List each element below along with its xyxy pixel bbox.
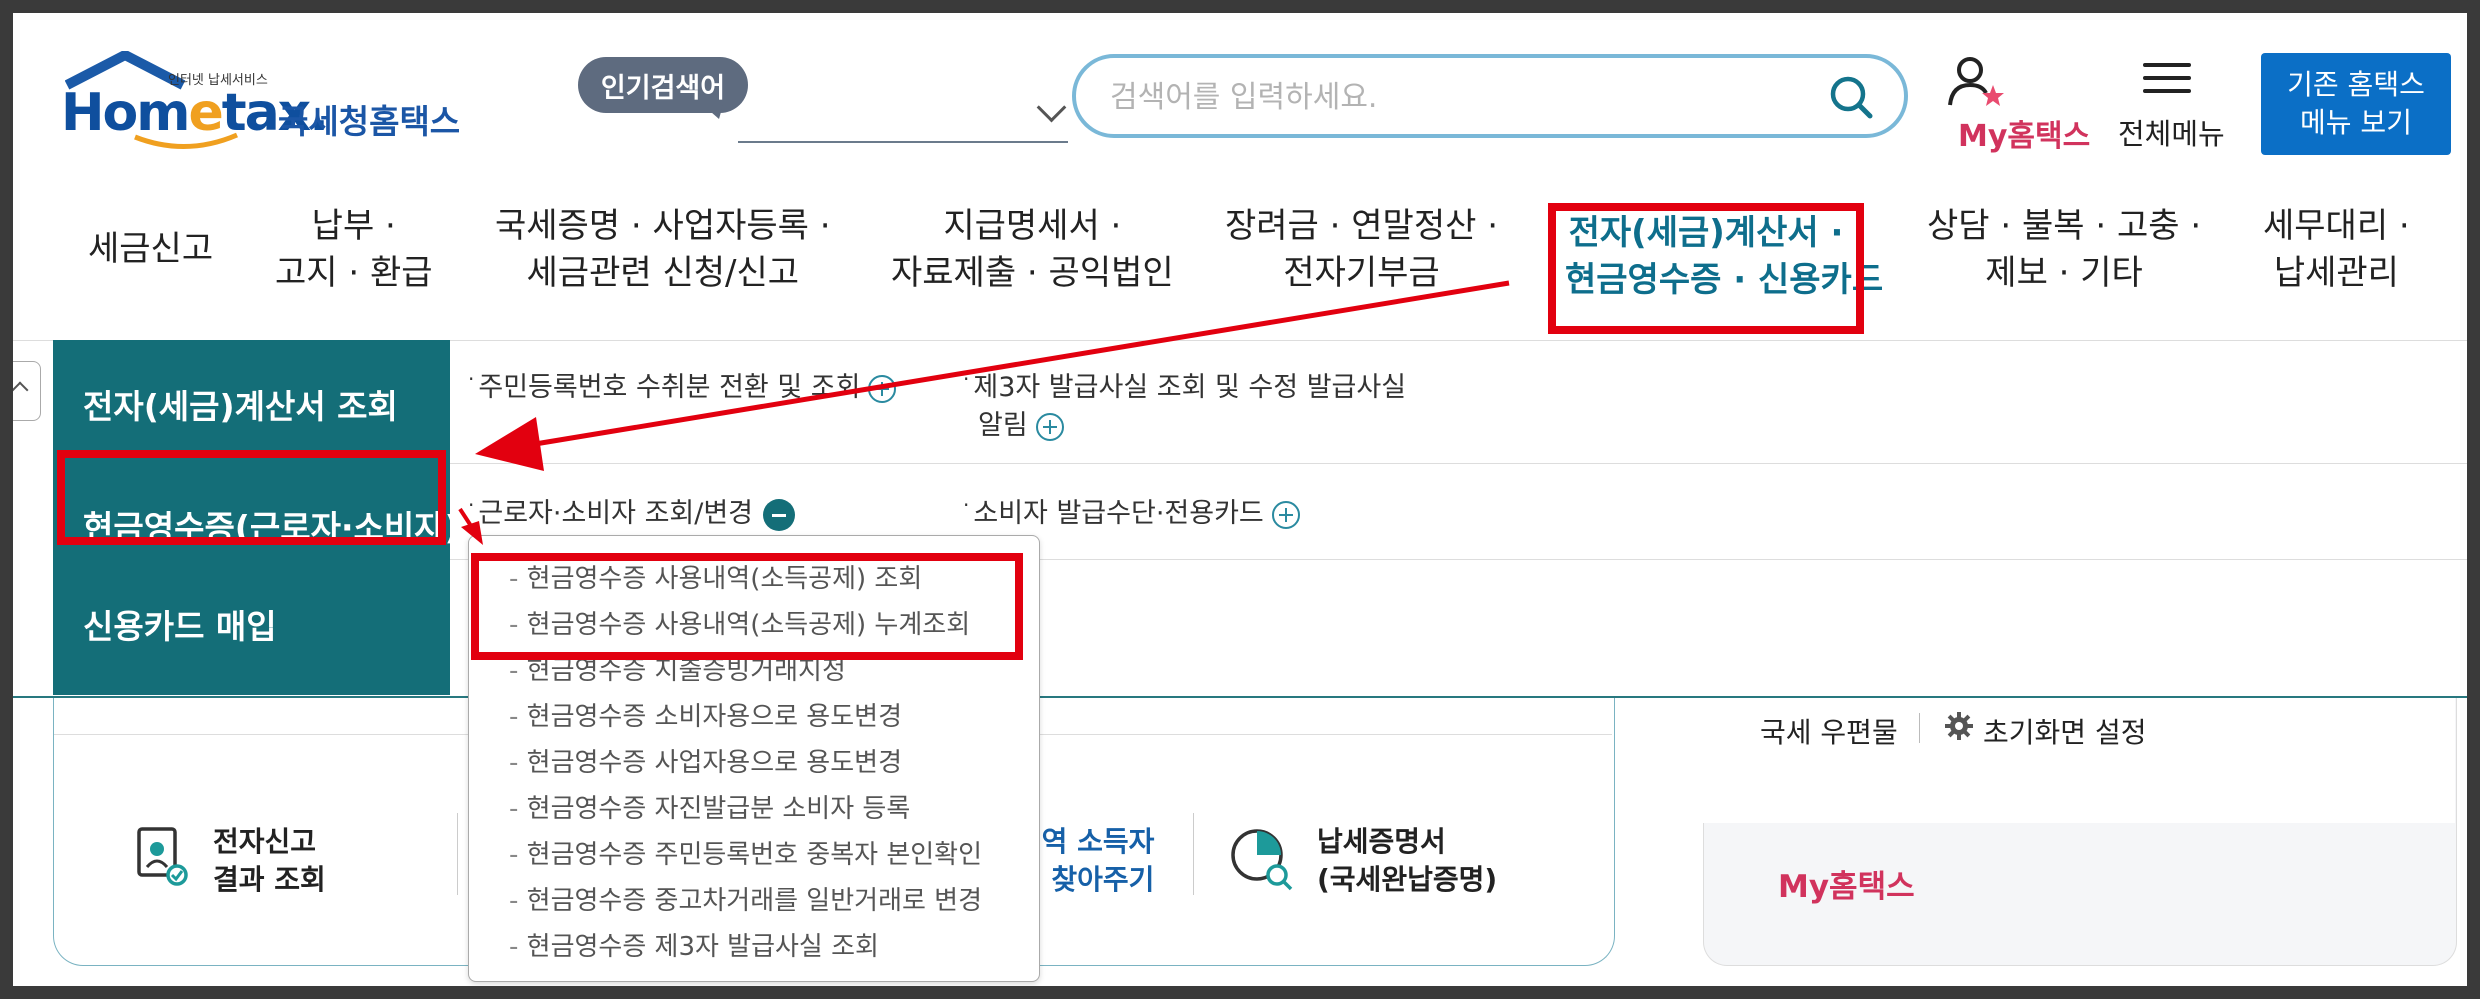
shortcut-label: 납세증명서 (국세완납증명) [1317,825,1498,896]
nav-label: 제보 · 기타 [1985,253,2143,293]
nav-tax-report[interactable]: 세금신고 [88,226,213,273]
logo-korean-name: 국세청홈택스 [278,102,461,141]
submenu-rrn-conversion[interactable]: · 주민등록번호 수취분 전환 및 조회 [468,365,897,404]
nav-label: 상담 · 불복 · 고충 · [1927,206,2202,246]
my-hometax-label: My홈택스 [1958,119,2091,154]
gear-icon [1945,712,1973,740]
submenu-consumer-inquiry[interactable]: · 근로자·소비자 조회/변경 [468,491,796,531]
shortcut-label: 전자신고 결과 조회 [213,825,326,896]
dropdown-item[interactable]: 현금영수증 중고차거래를 일반거래로 변경 [509,880,982,917]
legacy-menu-button[interactable]: 기존 홈택스 메뉴 보기 [2261,53,2451,155]
badge-tail [703,105,723,119]
nav-payment-statement[interactable]: 지급명세서 · 자료제출 · 공익법인 [891,203,1174,297]
divider [457,813,458,895]
nav-incentive[interactable]: 장려금 · 연말정산 · 전자기부금 [1225,203,1498,297]
dropdown-item[interactable]: 현금영수증 소비자용으로 용도변경 [509,696,902,733]
nav-label: 고지 · 환급 [275,253,433,293]
highlight-box-nav [1548,203,1864,334]
divider [450,463,2467,464]
nav-label: 세무대리 · [2263,206,2410,246]
minus-circle-icon[interactable] [763,498,796,531]
divider [1193,813,1194,895]
nav-payment[interactable]: 납부 · 고지 · 환급 [275,203,433,297]
submenu-third-party-issue-line2[interactable]: 알림 [978,403,1064,442]
pie-chart-icon [1231,829,1293,891]
highlight-box-side [57,450,446,545]
logo-swoosh-icon [134,132,238,150]
chevron-down-icon [1036,92,1067,123]
dropdown-item[interactable]: 현금영수증 제3자 발급사실 조회 [509,926,879,963]
nav-consult[interactable]: 상담 · 불복 · 고충 · 제보 · 기타 [1927,203,2201,297]
dropdown-item[interactable]: 현금영수증 사업자용으로 용도변경 [509,742,902,779]
highlight-box-dropdown [471,553,1023,660]
my-hometax-section-title: My홈택스 [1778,869,1915,905]
dropdown-item[interactable]: 현금영수증 주민등록번호 중복자 본인확인 [509,834,982,871]
submenu-consumer-card[interactable]: · 소비자 발급수단·전용카드 [963,491,1300,530]
nav-label: 세금관련 신청/신고 [526,253,800,293]
plus-circle-icon[interactable] [1271,500,1300,529]
hometax-page: 인터넷 납세서비스 Hometax. 국세청홈택스 인기검색어 My홈택스 전체… [13,13,2467,986]
nav-label: 납세관리 [2273,253,2399,293]
search-icon[interactable] [1828,74,1874,120]
nav-label: 전자기부금 [1283,253,1440,293]
side-item-credit-card[interactable]: 신용카드 매입 [83,600,277,648]
submenu-third-party-issue[interactable]: · 제3자 발급사실 조회 및 수정 발급사실 [963,365,1406,404]
nav-label: 납부 · [311,206,396,246]
plus-circle-icon[interactable] [1035,412,1064,441]
search-input[interactable] [1108,74,1792,120]
user-icon [1948,57,2004,106]
tax-mail-link[interactable]: 국세 우편물 [1760,711,1898,751]
scroll-left-button[interactable] [13,361,41,421]
legacy-menu-line2: 메뉴 보기 [2300,106,2412,139]
nav-tax-agent[interactable]: 세무대리 · 납세관리 [2263,203,2410,297]
shortcut-label: ·역 소득자 · 찾아주기 [1031,825,1155,896]
document-scroll-icon [137,827,188,886]
nav-label: 장려금 · 연말정산 · [1225,206,1498,246]
nav-label: 국세증명 · 사업자등록 · [495,206,831,246]
popular-search-select[interactable] [738,87,1068,143]
nav-label: 지급명세서 · [943,206,1122,246]
plus-circle-icon[interactable] [868,374,897,403]
nav-label: 자료제출 · 공익법인 [891,253,1174,293]
chevron-up-icon [13,381,29,399]
legacy-menu-line1: 기존 홈택스 [2287,68,2425,101]
nav-label: 세금신고 [88,229,214,269]
hamburger-icon [2143,63,2191,103]
side-item-e-invoice[interactable]: 전자(세금)계산서 조회 [83,380,398,428]
dropdown-item[interactable]: 현금영수증 자진발급분 소비자 등록 [509,788,911,825]
all-menu-label: 전체메뉴 [2118,117,2225,151]
initial-screen-setting-link[interactable]: 초기화면 설정 [1983,711,2146,751]
nav-certificate[interactable]: 국세증명 · 사업자등록 · 세금관련 신청/신고 [495,203,831,297]
divider [1919,713,1920,743]
search-box [1072,54,1908,138]
